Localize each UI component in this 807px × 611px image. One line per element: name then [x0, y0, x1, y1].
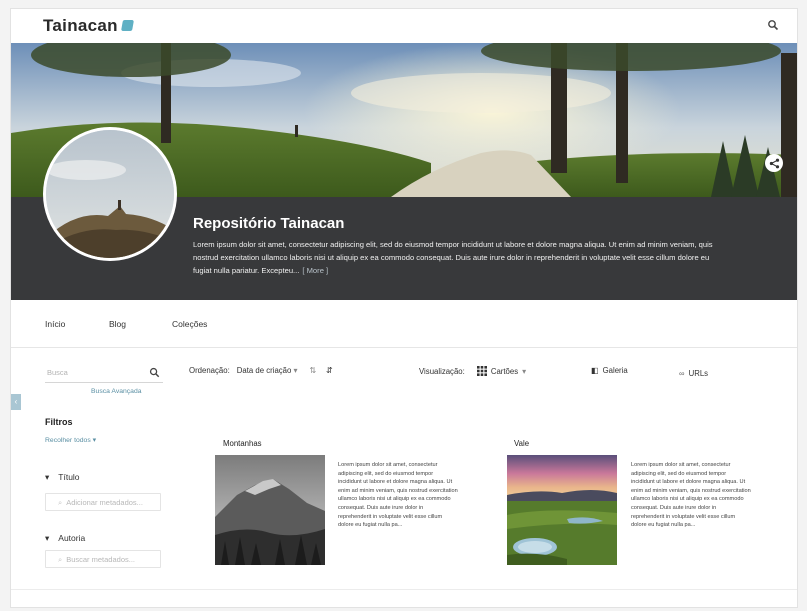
share-icon	[769, 158, 779, 168]
more-link[interactable]: [ More ]	[302, 266, 328, 275]
filters-collapse-tab[interactable]: ‹	[11, 394, 21, 410]
chevron-down-icon: ▾	[45, 533, 50, 543]
view-control: Visualização: Cartões ▾	[419, 366, 526, 376]
repository-title: Repositório Tainacan	[193, 215, 345, 232]
sort-ascending-icon[interactable]: ⇅	[309, 366, 316, 375]
link-icon: ∞	[679, 369, 685, 378]
view-label: Visualização:	[419, 366, 465, 376]
gallery-icon: ◧	[591, 366, 599, 375]
item-thumbnail-montanhas[interactable]	[215, 455, 325, 565]
collapse-all-filters[interactable]: Recolher todos ▾	[45, 436, 96, 444]
filter-titulo-toggle[interactable]: ▾ Título	[45, 472, 80, 483]
search-input[interactable]: Busca	[45, 363, 163, 383]
chevron-left-icon: ‹	[14, 397, 18, 406]
item-description: Lorem ipsum dolor sit amet, consectetur …	[631, 462, 751, 529]
page: Tainacan Repositório Tainacan Lorem ipsu…	[10, 8, 798, 608]
search-placeholder: Busca	[47, 368, 68, 377]
chevron-down-icon: ▾	[522, 366, 527, 376]
nav-item-colecoes[interactable]: Coleções	[172, 319, 207, 329]
footer-divider	[11, 589, 797, 590]
item-title[interactable]: Vale	[514, 439, 529, 448]
repository-description: Lorem ipsum dolor sit amet, consectetur …	[193, 240, 713, 275]
sort-label: Ordenação:	[189, 366, 230, 375]
nav-item-blog[interactable]: Blog	[109, 319, 126, 329]
item-title[interactable]: Montanhas	[223, 439, 262, 448]
nav-item-inicio[interactable]: Início	[45, 319, 65, 329]
search-icon[interactable]	[767, 19, 779, 31]
sort-control: Ordenação: Data de criação ▾ ⇅ ⇵	[189, 366, 333, 375]
search-icon: ⌕	[58, 498, 63, 507]
item-thumbnail-vale[interactable]	[507, 455, 617, 565]
main-navigation: Início Blog Coleções	[11, 300, 797, 348]
share-button[interactable]	[765, 154, 783, 172]
logo-mark-icon	[120, 20, 134, 31]
top-bar: Tainacan	[11, 9, 797, 43]
sort-select[interactable]: Data de criação ▾	[237, 366, 298, 375]
filter-autoria-toggle[interactable]: ▾ Autoria	[45, 533, 85, 544]
grid-icon	[476, 366, 487, 376]
filters-title: Filtros	[45, 417, 73, 427]
search-icon: ⌕	[58, 555, 63, 564]
advanced-search-link[interactable]: Busca Avançada	[91, 388, 142, 395]
chevron-down-icon: ▾	[293, 366, 298, 375]
filter-titulo-input[interactable]: ⌕ Adicionar metadados...	[45, 493, 161, 511]
view-select[interactable]: Cartões ▾	[476, 366, 527, 376]
chevron-down-icon: ▾	[92, 437, 97, 444]
site-logo[interactable]: Tainacan	[43, 16, 134, 36]
item-description: Lorem ipsum dolor sit amet, consectetur …	[338, 462, 458, 529]
sort-descending-icon[interactable]: ⇵	[326, 366, 333, 375]
repository-avatar	[43, 127, 177, 261]
filter-autoria-input[interactable]: ⌕ Buscar metadados...	[45, 550, 161, 568]
search-icon[interactable]	[149, 367, 160, 378]
urls-view-button[interactable]: ∞ URLs	[679, 369, 708, 378]
gallery-view-button[interactable]: ◧ Galeria	[591, 366, 628, 375]
chevron-down-icon: ▾	[45, 472, 50, 482]
